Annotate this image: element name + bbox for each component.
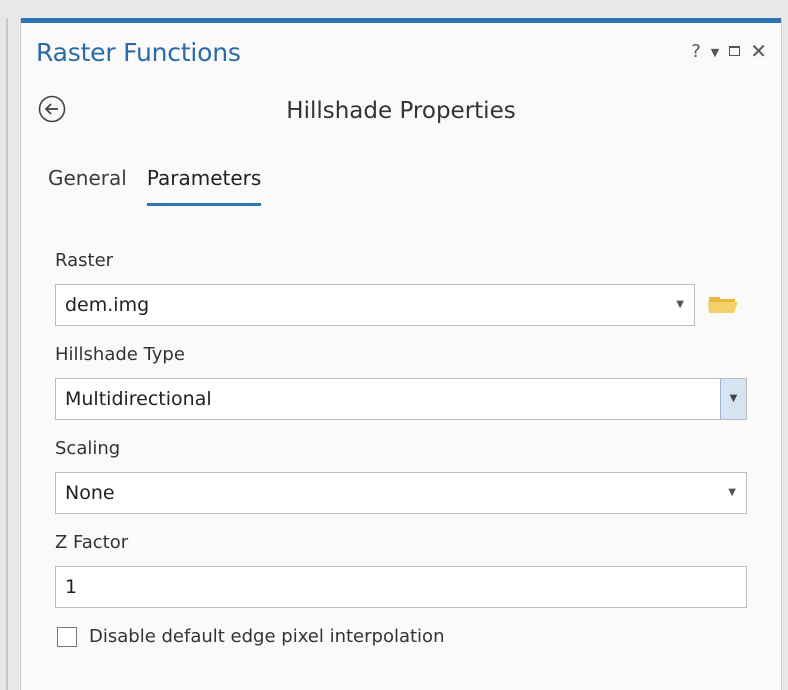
z-factor-input[interactable]: 1 — [55, 566, 747, 608]
scaling-value: None — [65, 482, 115, 504]
maximize-icon[interactable] — [729, 46, 741, 56]
folder-open-icon[interactable] — [707, 294, 741, 314]
edge-interpolation-option[interactable]: Disable default edge pixel interpolation — [57, 626, 444, 647]
raster-label: Raster — [55, 250, 114, 271]
tab-general[interactable]: General — [48, 166, 127, 206]
close-button[interactable]: ✕ — [750, 41, 767, 61]
chevron-down-icon[interactable]: ▼ — [711, 46, 719, 59]
raster-value: dem.img — [65, 294, 150, 316]
tab-bar: General Parameters — [48, 166, 262, 206]
chevron-down-icon[interactable]: ▼ — [676, 285, 684, 325]
pane-title: Raster Functions — [36, 38, 241, 67]
scaling-select[interactable]: None ▼ — [55, 472, 747, 514]
pane-controls: ? ▼ ✕ — [691, 38, 767, 64]
properties-title: Hillshade Properties — [286, 98, 516, 124]
tab-parameters[interactable]: Parameters — [146, 166, 262, 206]
hillshade-type-value: Multidirectional — [65, 388, 212, 410]
pane-accent-bar — [21, 18, 781, 23]
raster-functions-pane: Raster Functions ? ▼ ✕ Hillshade Propert… — [20, 18, 782, 690]
raster-select[interactable]: dem.img ▼ — [55, 284, 695, 326]
dock-edge — [6, 18, 8, 690]
scaling-label: Scaling — [55, 438, 121, 459]
help-button[interactable]: ? — [691, 41, 701, 62]
chevron-down-icon[interactable]: ▼ — [720, 379, 746, 419]
hillshade-type-label: Hillshade Type — [55, 344, 185, 365]
hillshade-type-select[interactable]: Multidirectional ▼ — [55, 378, 747, 420]
chevron-down-icon[interactable]: ▼ — [728, 473, 736, 513]
window-frame: Raster Functions ? ▼ ✕ Hillshade Propert… — [0, 0, 788, 690]
z-factor-label: Z Factor — [55, 532, 129, 553]
edge-interpolation-label: Disable default edge pixel interpolation — [89, 626, 445, 647]
z-factor-value: 1 — [65, 576, 78, 598]
edge-interpolation-checkbox[interactable] — [57, 626, 77, 647]
